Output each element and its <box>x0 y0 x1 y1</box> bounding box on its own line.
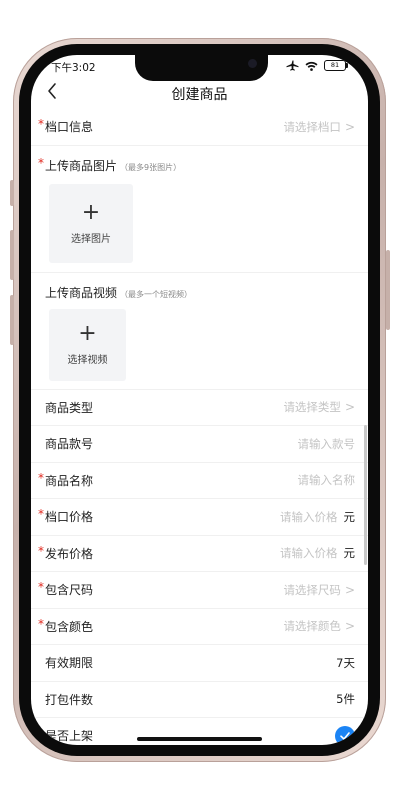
name-label: 商品名称 <box>45 473 94 488</box>
style-no-placeholder: 请输入款号 <box>297 436 356 451</box>
publish-price-label-wrap: * 发布价格 <box>38 544 94 562</box>
publish-price-input[interactable]: 请输入价格 元 <box>280 545 355 561</box>
chevron-right-icon: > <box>344 619 355 634</box>
on-shelf-toggle-wrap <box>335 725 355 745</box>
type-row[interactable]: 商品类型 请选择类型 > <box>31 390 368 426</box>
required-mark: * <box>38 155 44 170</box>
camera-icon <box>248 59 257 68</box>
style-no-row[interactable]: 商品款号 请输入款号 <box>31 426 368 463</box>
video-upload-hint: （最多一个短视频） <box>120 289 193 299</box>
style-no-input[interactable]: 请输入款号 <box>298 436 356 452</box>
sizes-placeholder: 请选择尺码 <box>283 582 341 597</box>
stall-label-wrap: * 档口信息 <box>38 117 94 135</box>
home-indicator <box>137 737 262 741</box>
nav-bar: 创建商品 <box>31 77 368 109</box>
chevron-right-icon: > <box>344 400 355 415</box>
style-no-label: 商品款号 <box>45 437 94 452</box>
on-shelf-checkbox[interactable] <box>335 725 355 745</box>
type-label: 商品类型 <box>45 400 94 415</box>
stall-price-label: 档口价格 <box>45 510 94 525</box>
power-button <box>386 250 390 330</box>
product-form: * 档口信息 请选择档口 > * 上传商品图片 （最多9张图片） + 选择图片 上… <box>31 109 368 745</box>
select-image-button[interactable]: + 选择图片 <box>49 183 133 263</box>
video-upload-section: 上传商品视频 （最多一个短视频） + 选择视频 <box>31 273 368 390</box>
volume-down-button <box>10 295 14 345</box>
required-mark: * <box>38 117 44 132</box>
required-mark: * <box>38 543 44 558</box>
stall-price-unit: 元 <box>343 509 356 524</box>
pack-count-label: 打包件数 <box>45 692 94 707</box>
stall-price-placeholder: 请输入价格 <box>280 509 338 524</box>
volume-up-button <box>10 230 14 280</box>
pack-count-row[interactable]: 打包件数 5件 <box>31 682 368 718</box>
pack-count-value: 5件 <box>336 692 355 707</box>
status-icons: 81 <box>286 60 348 71</box>
colors-row[interactable]: * 包含颜色 请选择颜色 > <box>31 609 368 645</box>
type-placeholder: 请选择类型 <box>283 400 341 415</box>
on-shelf-label: 是否上架 <box>45 729 94 744</box>
sizes-row[interactable]: * 包含尺码 请选择尺码 > <box>31 572 368 609</box>
image-upload-label: 上传商品图片 <box>45 158 118 173</box>
publish-price-placeholder: 请输入价格 <box>280 546 338 561</box>
status-time: 下午3:02 <box>51 62 96 74</box>
validity-value: 7天 <box>336 655 355 670</box>
video-upload-label: 上传商品视频 <box>45 285 118 300</box>
stall-select[interactable]: 请选择档口 > <box>283 119 355 135</box>
sizes-select[interactable]: 请选择尺码 > <box>283 582 355 598</box>
page-title: 创建商品 <box>171 87 228 103</box>
select-image-label: 选择图片 <box>71 233 111 245</box>
plus-icon: + <box>81 199 101 225</box>
battery-icon: 81 <box>324 60 348 71</box>
video-upload-title: 上传商品视频 （最多一个短视频） <box>45 284 192 301</box>
colors-label: 包含颜色 <box>45 619 94 634</box>
publish-price-label: 发布价格 <box>45 546 94 561</box>
type-select[interactable]: 请选择类型 > <box>283 399 355 415</box>
sizes-label: 包含尺码 <box>45 583 94 598</box>
colors-label-wrap: * 包含颜色 <box>38 617 94 635</box>
name-row[interactable]: * 商品名称 请输入名称 <box>31 463 368 499</box>
name-label-wrap: * 商品名称 <box>38 471 94 489</box>
required-mark: * <box>38 616 44 631</box>
stall-price-row[interactable]: * 档口价格 请输入价格 元 <box>31 499 368 536</box>
stall-row[interactable]: * 档口信息 请选择档口 > <box>31 109 368 146</box>
plus-icon: + <box>78 321 97 346</box>
publish-price-row[interactable]: * 发布价格 请输入价格 元 <box>31 536 368 572</box>
colors-select[interactable]: 请选择颜色 > <box>283 618 355 634</box>
scrollbar[interactable] <box>364 425 367 565</box>
required-mark: * <box>38 470 44 485</box>
colors-placeholder: 请选择颜色 <box>283 619 341 634</box>
name-input[interactable]: 请输入名称 <box>298 472 356 488</box>
airplane-icon <box>286 60 299 71</box>
publish-price-unit: 元 <box>343 546 356 561</box>
phone-screen: 下午3:02 81 创建商品 * 档口信息 请选择档口 > * 上传商品图片 （… <box>31 55 368 745</box>
mute-switch <box>10 180 14 206</box>
sizes-label-wrap: * 包含尺码 <box>38 580 94 598</box>
chevron-right-icon: > <box>344 119 355 134</box>
wifi-icon <box>305 61 318 71</box>
validity-row[interactable]: 有效期限 7天 <box>31 645 368 682</box>
stall-price-input[interactable]: 请输入价格 元 <box>280 509 355 525</box>
select-video-button[interactable]: + 选择视频 <box>49 308 126 381</box>
select-video-label: 选择视频 <box>67 355 108 366</box>
stall-placeholder: 请选择档口 <box>283 119 341 134</box>
chevron-right-icon: > <box>344 582 355 597</box>
stall-label: 档口信息 <box>45 120 94 135</box>
name-placeholder: 请输入名称 <box>297 473 356 488</box>
check-icon <box>340 731 350 740</box>
validity-label: 有效期限 <box>45 656 94 671</box>
image-upload-section: * 上传商品图片 （最多9张图片） + 选择图片 <box>31 146 368 273</box>
stall-price-label-wrap: * 档口价格 <box>38 507 94 525</box>
image-upload-title: * 上传商品图片 （最多9张图片） <box>38 156 182 174</box>
validity-value-wrap[interactable]: 7天 <box>336 655 355 671</box>
pack-count-value-wrap[interactable]: 5件 <box>336 691 355 707</box>
image-upload-hint: （最多9张图片） <box>120 162 182 172</box>
required-mark: * <box>38 507 44 522</box>
required-mark: * <box>38 580 44 595</box>
